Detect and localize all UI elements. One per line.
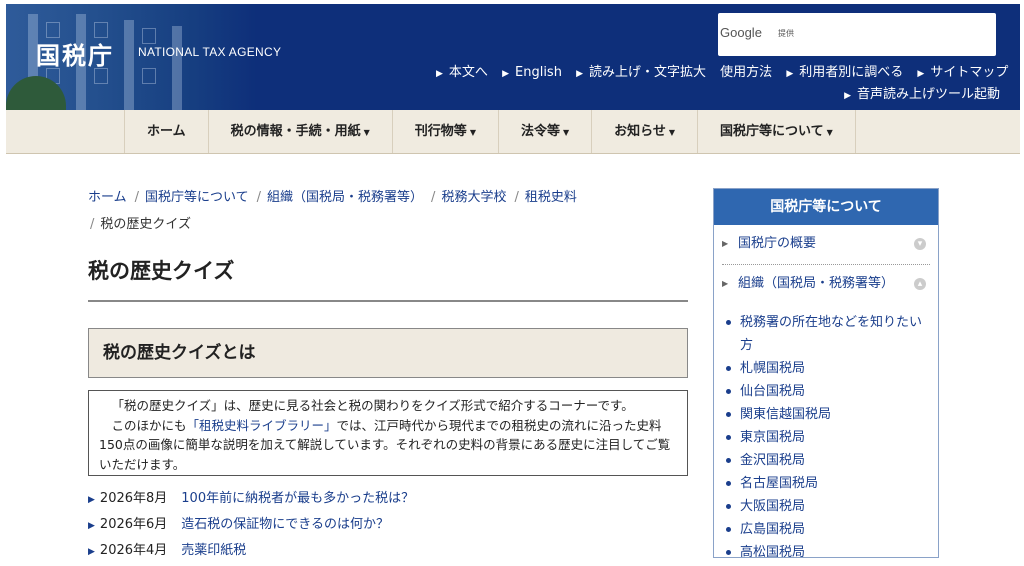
sidebar-item-hiroshima[interactable]: 広島国税局 bbox=[714, 518, 938, 541]
bullet-icon bbox=[726, 389, 731, 394]
sidebar-item-tokyo[interactable]: 東京国税局 bbox=[714, 426, 938, 449]
site-logo[interactable]: 国税庁 bbox=[36, 36, 114, 71]
quiz-list: ▶ 2026年8月 100年前に納税者が最も多かった税は？ ▶ 2026年6月 造石税の… bbox=[88, 488, 688, 566]
triangle-right-icon: ▶ bbox=[786, 69, 794, 79]
item-link[interactable]: 100年前に納税者が最も多かった税は？ bbox=[181, 491, 414, 506]
breadcrumb-current: 税の歴史クイズ bbox=[100, 217, 192, 232]
breadcrumb-about[interactable]: 国税庁等について bbox=[145, 190, 249, 205]
bullet-icon bbox=[726, 481, 731, 486]
caret-down-icon: ▼ bbox=[562, 128, 570, 137]
bullet-icon bbox=[726, 527, 731, 532]
item-date: 2026年6月 bbox=[99, 517, 168, 532]
sidebar-item-sendai[interactable]: 仙台国税局 bbox=[714, 380, 938, 403]
sidebar-cat-overview[interactable]: ▶ 国税庁の概要 ▾ bbox=[722, 225, 930, 265]
bullet-icon bbox=[726, 366, 731, 371]
sidebar-item-osaka[interactable]: 大阪国税局 bbox=[714, 495, 938, 518]
link-english[interactable]: ▶ English bbox=[502, 65, 562, 80]
item-date: 2026年8月 bbox=[99, 491, 168, 506]
triangle-right-icon: ▶ bbox=[722, 239, 729, 248]
bullet-icon bbox=[726, 458, 731, 463]
triangle-right-icon: ▶ bbox=[722, 279, 729, 288]
triangle-right-icon: ▶ bbox=[917, 69, 925, 79]
nav-publications[interactable]: 刊行物等 ▼ bbox=[391, 110, 498, 153]
sidebar-item-takamatsu[interactable]: 高松国税局 bbox=[714, 541, 938, 557]
site-header: 国税庁 NATIONAL TAX AGENCY Google 提供 ▶ 本文へ ▶… bbox=[6, 4, 1020, 110]
nav-notices[interactable]: お知らせ ▼ bbox=[591, 110, 697, 153]
bullet-icon: ▶ bbox=[88, 521, 95, 531]
chevron-down-icon: ▾ bbox=[914, 238, 926, 250]
intro-paragraph-1: 「税の歴史クイズ」は、歴史に見る社会と税の関わりをクイズ形式で紹介するコーナーで… bbox=[111, 398, 634, 413]
triangle-right-icon: ▶ bbox=[576, 69, 584, 79]
agency-name-en: NATIONAL TAX AGENCY bbox=[138, 45, 282, 59]
bullet-icon bbox=[726, 320, 731, 325]
google-brand: Google bbox=[720, 25, 762, 40]
sidebar: 国税庁等について ▶ 国税庁の概要 ▾ ▶ 組織（国税局・税務署等） ▴ 税務署の所… bbox=[713, 188, 939, 558]
intro-paragraph-2: このほかにも「租税史料ライブラリー」では、江戸時代から現代までの租税史の流れに沿… bbox=[99, 417, 671, 472]
triangle-right-icon: ▶ bbox=[844, 91, 851, 101]
bullet-icon bbox=[726, 504, 731, 509]
nav-tax-info[interactable]: 税の情報・手続・用紙 ▼ bbox=[207, 110, 392, 153]
breadcrumb-home[interactable]: ホーム bbox=[88, 190, 127, 205]
sidebar-item-kanazawa[interactable]: 金沢国税局 bbox=[714, 449, 938, 472]
sidebar-item-tax-office-locations[interactable]: 税務署の所在地などを知りたい方 bbox=[714, 311, 934, 357]
link-tax-library[interactable]: 「租税史料ライブラリー」 bbox=[187, 418, 337, 433]
search-box[interactable]: Google 提供 bbox=[718, 13, 996, 56]
item-date: 2026年4月 bbox=[99, 543, 168, 558]
bullet-icon bbox=[726, 412, 731, 417]
page-title: 税の歴史クイズ bbox=[88, 250, 688, 302]
link-by-user[interactable]: ▶ 利用者別に調べる bbox=[786, 65, 903, 80]
bullet-icon bbox=[726, 435, 731, 440]
link-voice-tool[interactable]: ▶ 音声読み上げツール起動 bbox=[844, 87, 1000, 102]
section-title: 税の歴史クイズとは bbox=[88, 328, 688, 378]
triangle-right-icon: ▶ bbox=[502, 69, 509, 79]
link-usage[interactable]: 使用方法 bbox=[720, 65, 772, 80]
link-read-aloud-enlarge[interactable]: ▶ 読み上げ・文字拡大 bbox=[576, 65, 706, 80]
list-item: ▶ 2026年4月 売薬印紙税 bbox=[88, 540, 688, 566]
item-link[interactable]: 造石税の保証物にできるのは何か？ bbox=[181, 517, 389, 532]
nav-home[interactable]: ホーム bbox=[124, 110, 208, 153]
bullet-icon: ▶ bbox=[88, 547, 95, 557]
breadcrumb-organization[interactable]: 組織（国税局・税務署等） bbox=[267, 190, 423, 205]
intro-box: 「税の歴史クイズ」は、歴史に見る社会と税の関わりをクイズ形式で紹介するコーナーで… bbox=[88, 390, 688, 476]
item-link[interactable]: 売薬印紙税 bbox=[181, 543, 246, 558]
sidebar-title: 国税庁等について bbox=[714, 189, 938, 225]
search-provider-label: 提供 bbox=[778, 29, 794, 38]
sidebar-list: 税務署の所在地などを知りたい方 札幌国税局 仙台国税局 関東信越国税局 東京国税… bbox=[714, 311, 938, 557]
sidebar-cat-organization[interactable]: ▶ 組織（国税局・税務署等） ▴ bbox=[722, 265, 930, 305]
header-links: ▶ 本文へ ▶ English ▶ 読み上げ・文字拡大 使用方法 ▶ 利用者別に調べる … bbox=[426, 62, 1008, 106]
sidebar-item-sapporo[interactable]: 札幌国税局 bbox=[714, 357, 938, 380]
caret-down-icon: ▼ bbox=[826, 128, 833, 137]
sidebar-item-nagoya[interactable]: 名古屋国税局 bbox=[714, 472, 938, 495]
nav-laws[interactable]: 法令等 ▼ bbox=[497, 110, 591, 153]
chevron-up-icon: ▴ bbox=[914, 278, 926, 290]
triangle-right-icon: ▶ bbox=[436, 69, 443, 79]
caret-down-icon: ▼ bbox=[363, 128, 370, 137]
link-skip-to-content[interactable]: ▶ 本文へ bbox=[436, 65, 488, 80]
list-item: ▶ 2026年6月 造石税の保証物にできるのは何か？ bbox=[88, 514, 688, 540]
breadcrumb-tax-archives[interactable]: 租税史料 bbox=[525, 190, 577, 205]
breadcrumb: ホーム / 国税庁等について / 組織（国税局・税務署等） / 税務大学校 / 租税史料 / 税の… bbox=[88, 190, 577, 232]
global-nav: ホーム 税の情報・手続・用紙 ▼ 刊行物等 ▼ 法令等 ▼ お知らせ ▼ 国税庁等につい… bbox=[6, 110, 1020, 154]
link-sitemap[interactable]: ▶ サイトマップ bbox=[917, 65, 1008, 80]
caret-down-icon: ▼ bbox=[469, 128, 476, 137]
caret-down-icon: ▼ bbox=[668, 128, 676, 137]
nav-about[interactable]: 国税庁等について ▼ bbox=[697, 110, 856, 153]
breadcrumb-tax-college[interactable]: 税務大学校 bbox=[441, 190, 506, 205]
sidebar-item-kanto-shinetsu[interactable]: 関東信越国税局 bbox=[714, 403, 938, 426]
bullet-icon: ▶ bbox=[88, 495, 95, 505]
list-item: ▶ 2026年8月 100年前に納税者が最も多かった税は？ bbox=[88, 488, 688, 514]
